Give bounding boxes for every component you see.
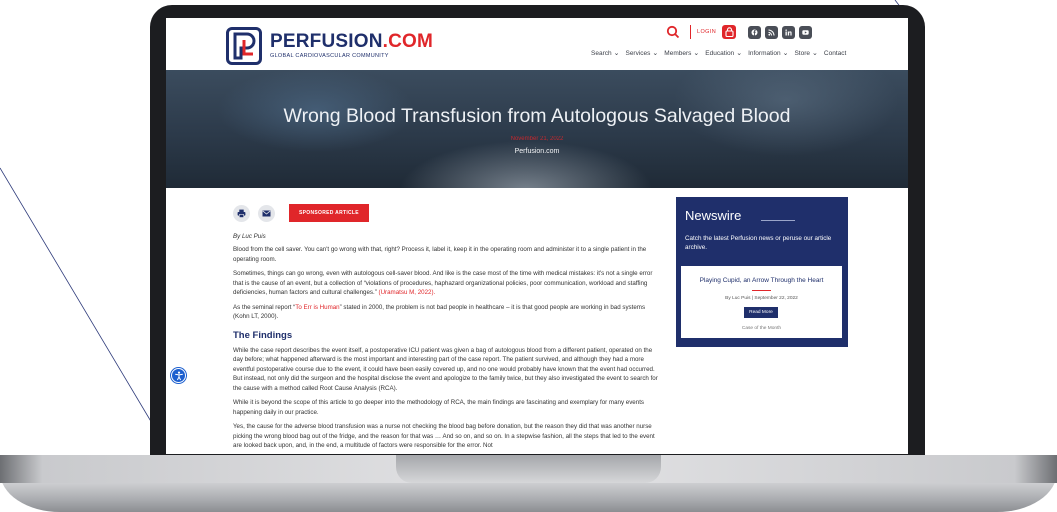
accessibility-icon — [174, 371, 183, 380]
citation-link[interactable]: (Uramatsu M, 2022). — [379, 289, 436, 296]
card-meta: By Luc Puis | September 22, 2022 — [725, 296, 798, 301]
article-byline: By Luc Puis — [233, 233, 266, 240]
accessibility-button[interactable] — [171, 368, 186, 383]
nav-information[interactable]: Information ⌄ — [748, 49, 789, 58]
laptop-notch — [396, 455, 661, 483]
chevron-down-icon: ⌄ — [812, 50, 818, 57]
linkedin-icon[interactable] — [782, 25, 796, 39]
newswire-divider — [761, 220, 795, 221]
page-title: Wrong Blood Transfusion from Autologous … — [283, 105, 791, 127]
sponsored-article-button[interactable]: SPONSORED ARTICLE — [289, 204, 369, 222]
nav-search[interactable]: Search ⌄ — [591, 49, 620, 58]
nav-education[interactable]: Education ⌄ — [705, 49, 743, 58]
chevron-down-icon: ⌄ — [782, 50, 789, 57]
section-heading: The Findings — [233, 329, 293, 341]
nav-store[interactable]: Store ⌄ — [794, 49, 818, 58]
envelope-icon — [262, 210, 271, 216]
facebook-icon[interactable] — [748, 25, 762, 39]
card-category[interactable]: Case of the Month — [681, 326, 842, 331]
article-body: SPONSORED ARTICLE By Luc Puis Blood from… — [233, 204, 659, 451]
printer-icon — [237, 209, 246, 218]
newswire-widget: Newswire Catch the latest Perfusion news… — [676, 197, 848, 347]
newswire-description: Catch the latest Perfusion news or perus… — [685, 235, 832, 251]
read-more-button[interactable]: Read More — [744, 307, 778, 318]
rss-icon[interactable] — [765, 25, 779, 39]
utility-separator — [690, 25, 691, 39]
logo-tagline: GLOBAL CARDIOVASCULAR COMMUNITY — [270, 53, 389, 59]
top-utility-bar: LOGIN — [666, 24, 813, 40]
nav-contact[interactable]: Contact — [824, 49, 846, 57]
lock-icon[interactable] — [722, 25, 737, 39]
chevron-down-icon: ⌄ — [736, 50, 743, 57]
site-logo-icon[interactable] — [226, 27, 262, 65]
article-paragraph: Sometimes, things can go wrong, even wit… — [233, 270, 653, 296]
article-paragraph: Blood from the cell saver. You can't go … — [233, 246, 647, 263]
site-header: PERFUSION.COM GLOBAL CARDIOVASCULAR COMM… — [166, 18, 908, 70]
laptop-screen: PERFUSION.COM GLOBAL CARDIOVASCULAR COMM… — [166, 18, 908, 454]
nav-services[interactable]: Services ⌄ — [625, 49, 659, 58]
logo-name: PERFUSION.COM — [270, 31, 434, 52]
article-paragraph: While the case report describes the even… — [233, 346, 658, 392]
newswire-title: Newswire — [685, 208, 742, 223]
nav-members[interactable]: Members ⌄ — [664, 49, 700, 58]
login-link[interactable]: LOGIN — [697, 29, 716, 35]
chevron-down-icon: ⌄ — [613, 50, 620, 57]
article-source: Perfusion.com — [514, 148, 560, 155]
card-divider — [752, 290, 771, 291]
youtube-icon[interactable] — [799, 25, 813, 39]
article-date: November 21, 2022 — [510, 136, 564, 142]
article-paragraph: Yes, the cause for the adverse blood tra… — [233, 423, 655, 449]
main-navigation: Search ⌄ Services ⌄ Members ⌄ Education ⌄ In… — [591, 49, 846, 58]
site-logo-text[interactable]: PERFUSION.COM GLOBAL CARDIOVASCULAR COMM… — [270, 31, 434, 60]
hero-banner: Wrong Blood Transfusion from Autologous … — [166, 70, 908, 188]
report-link[interactable]: To Err is Human — [295, 304, 339, 311]
chevron-down-icon: ⌄ — [693, 50, 700, 57]
search-icon[interactable] — [666, 25, 680, 39]
newswire-card: Playing Cupid, an Arrow Through the Hear… — [681, 266, 842, 338]
article-paragraph: While it is beyond the scope of this art… — [233, 399, 645, 416]
print-button[interactable] — [233, 204, 250, 222]
chevron-down-icon: ⌄ — [652, 50, 659, 57]
card-title-link[interactable]: Playing Cupid, an Arrow Through the Hear… — [681, 277, 842, 284]
email-button[interactable] — [258, 204, 275, 222]
share-toolbar: SPONSORED ARTICLE — [233, 204, 659, 222]
article-paragraph: As the seminal report “To Err is Human” … — [233, 303, 646, 321]
